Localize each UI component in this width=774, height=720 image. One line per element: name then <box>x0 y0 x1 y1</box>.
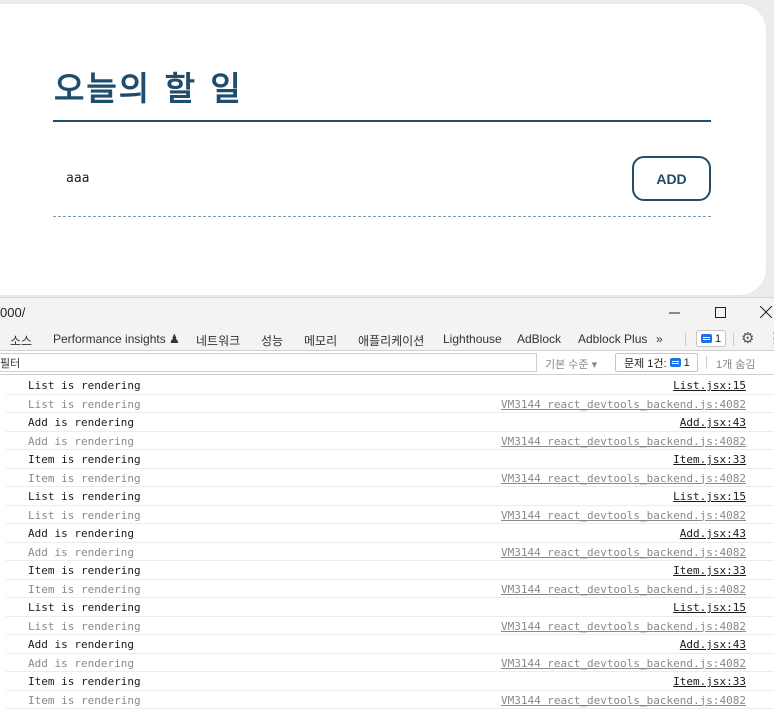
log-source-link[interactable]: VM3144 react_devtools_backend.js:4082 <box>501 583 746 596</box>
log-source-link[interactable]: List.jsx:15 <box>673 490 746 503</box>
console-log-list: List is rendering List.jsx:15 List is rend… <box>0 376 774 720</box>
console-log-row: Add is rendering VM3144 react_devtools_ba… <box>6 432 774 450</box>
add-button[interactable]: ADD <box>632 156 711 201</box>
console-log-row: List is rendering VM3144 react_devtools_b… <box>6 617 774 635</box>
tab-application[interactable]: 애플리케이션 <box>358 332 424 349</box>
issues-badge[interactable]: 1 <box>696 330 726 347</box>
console-log-row: Item is rendering Item.jsx:33 <box>6 450 774 469</box>
log-source-link[interactable]: VM3144 react_devtools_backend.js:4082 <box>501 657 746 670</box>
tab-adblock[interactable]: AdBlock <box>517 332 561 346</box>
log-message: Add is rendering <box>28 638 134 651</box>
log-message: Item is rendering <box>28 582 141 596</box>
console-log-row: Item is rendering VM3144 react_devtools_b… <box>6 469 774 487</box>
filter-separator <box>706 356 707 369</box>
log-message: List is rendering <box>28 490 141 503</box>
tab-performance-insights[interactable]: Performance insights ♟ <box>53 332 180 346</box>
log-source-link[interactable]: VM3144 react_devtools_backend.js:4082 <box>501 509 746 522</box>
issues-label: 문제 1건: <box>624 357 667 370</box>
todo-input[interactable] <box>60 164 600 192</box>
message-icon <box>669 358 681 367</box>
log-source-link[interactable]: Item.jsx:33 <box>673 564 746 577</box>
console-log-row: Add is rendering Add.jsx:43 <box>6 413 774 432</box>
console-log-row: List is rendering VM3144 react_devtools_b… <box>6 395 774 413</box>
log-message: Item is rendering <box>28 453 141 466</box>
title-divider <box>53 120 711 122</box>
console-log-row: List is rendering List.jsx:15 <box>6 598 774 617</box>
hidden-count: 1개 숨김 <box>716 359 756 371</box>
log-source-link[interactable]: Item.jsx:33 <box>673 453 746 466</box>
log-source-link[interactable]: VM3144 react_devtools_backend.js:4082 <box>501 694 746 707</box>
console-log-row: List is rendering VM3144 react_devtools_b… <box>6 506 774 524</box>
settings-gear-icon[interactable]: ⚙ <box>741 329 754 347</box>
devtools-tabbar: 소스 Performance insights ♟ 네트워크 성능 메모리 애플… <box>0 327 774 351</box>
log-message: Item is rendering <box>28 471 141 485</box>
log-message: List is rendering <box>28 508 141 522</box>
console-log-row: List is rendering List.jsx:15 <box>6 487 774 506</box>
input-underline <box>53 216 711 217</box>
console-log-row: Item is rendering Item.jsx:33 <box>6 672 774 691</box>
devtools-url: 000/ <box>0 305 26 320</box>
log-source-link[interactable]: Item.jsx:33 <box>673 675 746 688</box>
devtools-titlebar: 000/ <box>0 297 774 327</box>
log-message: List is rendering <box>28 619 141 633</box>
tab-memory[interactable]: 메모리 <box>304 332 337 349</box>
log-level-select[interactable]: 기본 수준 ▾ <box>545 356 597 372</box>
issues-badge-count: 1 <box>714 332 722 345</box>
log-message: List is rendering <box>28 601 141 614</box>
console-log-row: List is rendering List.jsx:15 <box>6 376 774 395</box>
console-log-row: Add is rendering Add.jsx:43 <box>6 635 774 654</box>
tab-separator <box>733 333 734 346</box>
console-log-row: Item is rendering Item.jsx:33 <box>6 561 774 580</box>
minimize-icon[interactable] <box>661 301 687 323</box>
console-filterbar: 필터 기본 수준 ▾ 문제 1건: 1 1개 숨김 <box>0 351 774 375</box>
log-source-link[interactable]: List.jsx:15 <box>673 601 746 614</box>
message-icon <box>700 334 712 343</box>
log-message: List is rendering <box>28 397 141 411</box>
log-source-link[interactable]: Add.jsx:43 <box>680 416 746 429</box>
page-title: 오늘의 할 일 <box>54 69 243 108</box>
log-message: Item is rendering <box>28 564 141 577</box>
console-log-row: Add is rendering Add.jsx:43 <box>6 524 774 543</box>
log-source-link[interactable]: VM3144 react_devtools_backend.js:4082 <box>501 398 746 411</box>
log-source-link[interactable]: VM3144 react_devtools_backend.js:4082 <box>501 546 746 559</box>
log-source-link[interactable]: Add.jsx:43 <box>680 638 746 651</box>
tab-network[interactable]: 네트워크 <box>196 332 240 349</box>
log-message: Add is rendering <box>28 545 134 559</box>
console-log-row: Item is rendering VM3144 react_devtools_b… <box>6 691 774 709</box>
close-icon[interactable] <box>753 301 774 323</box>
filter-input[interactable]: 필터 <box>0 353 537 372</box>
log-source-link[interactable]: VM3144 react_devtools_backend.js:4082 <box>501 620 746 633</box>
log-message: Add is rendering <box>28 656 134 670</box>
console-log-row: Add is rendering VM3144 react_devtools_ba… <box>6 654 774 672</box>
todo-card: 오늘의 할 일 ADD <box>0 4 766 295</box>
tab-sources[interactable]: 소스 <box>10 332 32 349</box>
tab-lighthouse[interactable]: Lighthouse <box>443 332 502 346</box>
devtools-window: 000/ 소스 Performance insights ♟ 네트워크 성능 메… <box>0 297 774 720</box>
log-message: Item is rendering <box>28 693 141 707</box>
log-source-link[interactable]: List.jsx:15 <box>673 379 746 392</box>
log-source-link[interactable]: VM3144 react_devtools_backend.js:4082 <box>501 472 746 485</box>
log-message: List is rendering <box>28 379 141 392</box>
maximize-icon[interactable] <box>707 301 733 323</box>
console-log-row: Add is rendering VM3144 react_devtools_ba… <box>6 543 774 561</box>
tab-adblock-plus[interactable]: Adblock Plus <box>578 332 647 346</box>
more-tabs-icon[interactable]: » <box>656 332 663 346</box>
issues-count: 1 <box>683 356 690 369</box>
more-options-icon[interactable]: ⋮ <box>767 329 774 347</box>
log-message: Item is rendering <box>28 675 141 688</box>
log-source-link[interactable]: VM3144 react_devtools_backend.js:4082 <box>501 435 746 448</box>
log-message: Add is rendering <box>28 527 134 540</box>
log-source-link[interactable]: Add.jsx:43 <box>680 527 746 540</box>
issues-button[interactable]: 문제 1건: 1 <box>615 353 698 372</box>
console-log-row: Item is rendering VM3144 react_devtools_b… <box>6 580 774 598</box>
log-message: Add is rendering <box>28 434 134 448</box>
log-message: Add is rendering <box>28 416 134 429</box>
tab-separator <box>685 333 686 346</box>
tab-performance[interactable]: 성능 <box>261 332 283 349</box>
